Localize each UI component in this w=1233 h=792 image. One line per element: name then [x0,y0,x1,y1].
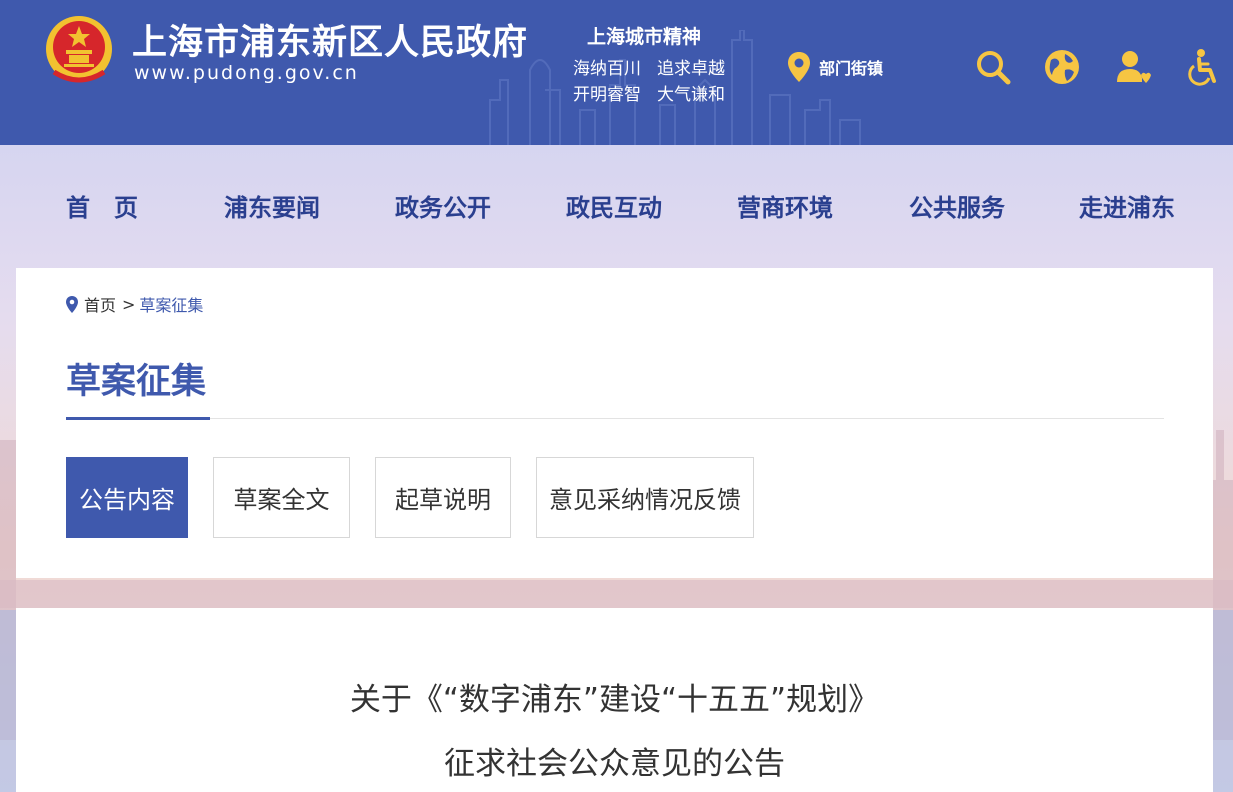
section-panel: 首页 > 草案征集 草案征集 公告内容 草案全文 起草说明 意见采纳情况反馈 [16,268,1213,578]
site-header: 上海市浦东新区人民政府 www.pudong.gov.cn 上海城市精神 海纳百… [0,0,1233,145]
breadcrumb-current[interactable]: 草案征集 [139,292,203,316]
breadcrumb-home-link[interactable]: 首页 [84,292,116,316]
tab-drafting-explanation[interactable]: 起草说明 [375,457,511,538]
location-pin-icon [788,52,810,82]
nav-item-home[interactable]: 首 页 [66,188,138,223]
notice-title-line-2: 征求社会公众意见的公告 [444,746,785,782]
nav-item-about-pudong[interactable]: 走进浦东 [1079,188,1175,223]
tab-notice-content[interactable]: 公告内容 [66,457,188,538]
slogan-phrase: 海纳百川 [573,59,641,79]
tab-draft-full-text[interactable]: 草案全文 [213,457,350,538]
globe-icon[interactable] [1043,48,1081,86]
site-url: www.pudong.gov.cn [134,62,359,84]
title-divider [66,418,1164,419]
nav-item-government-affairs[interactable]: 政务公开 [395,188,491,223]
department-town-link[interactable]: 部门街镇 [787,50,883,84]
notice-title-line-1: 关于《“数字浦东”建设“十五五”规划》 [349,682,880,718]
nav-item-interaction[interactable]: 政民互动 [566,188,662,223]
breadcrumb-separator: > [122,294,136,314]
nav-item-business-environment[interactable]: 营商环境 [737,188,833,223]
slogan-phrase: 大气谦和 [657,85,725,105]
department-town-label: 部门街镇 [819,59,884,78]
notice-panel: 关于《“数字浦东”建设“十五五”规划》 征求社会公众意见的公告 [16,608,1213,792]
slogan-title: 上海城市精神 [587,26,702,48]
site-title[interactable]: 上海市浦东新区人民政府 [132,14,528,65]
breadcrumb: 首页 > 草案征集 [66,292,203,316]
main-nav: 首 页 浦东要闻 政务公开 政民互动 营商环境 公共服务 走进浦东 [0,145,1233,265]
location-pin-icon [66,295,78,313]
search-icon[interactable] [974,48,1012,86]
title-underline-accent [66,417,210,420]
tab-feedback-adoption[interactable]: 意见采纳情况反馈 [536,457,754,538]
national-emblem-logo [46,16,112,83]
page-title: 草案征集 [66,362,207,402]
user-icon[interactable] [1114,48,1152,86]
accessibility-icon[interactable] [1183,48,1221,86]
slogan-phrase: 开明睿智 [573,85,641,105]
nav-item-public-services[interactable]: 公共服务 [909,188,1005,223]
slogan-phrase: 追求卓越 [657,59,725,79]
nav-item-pudong-news[interactable]: 浦东要闻 [224,188,320,223]
